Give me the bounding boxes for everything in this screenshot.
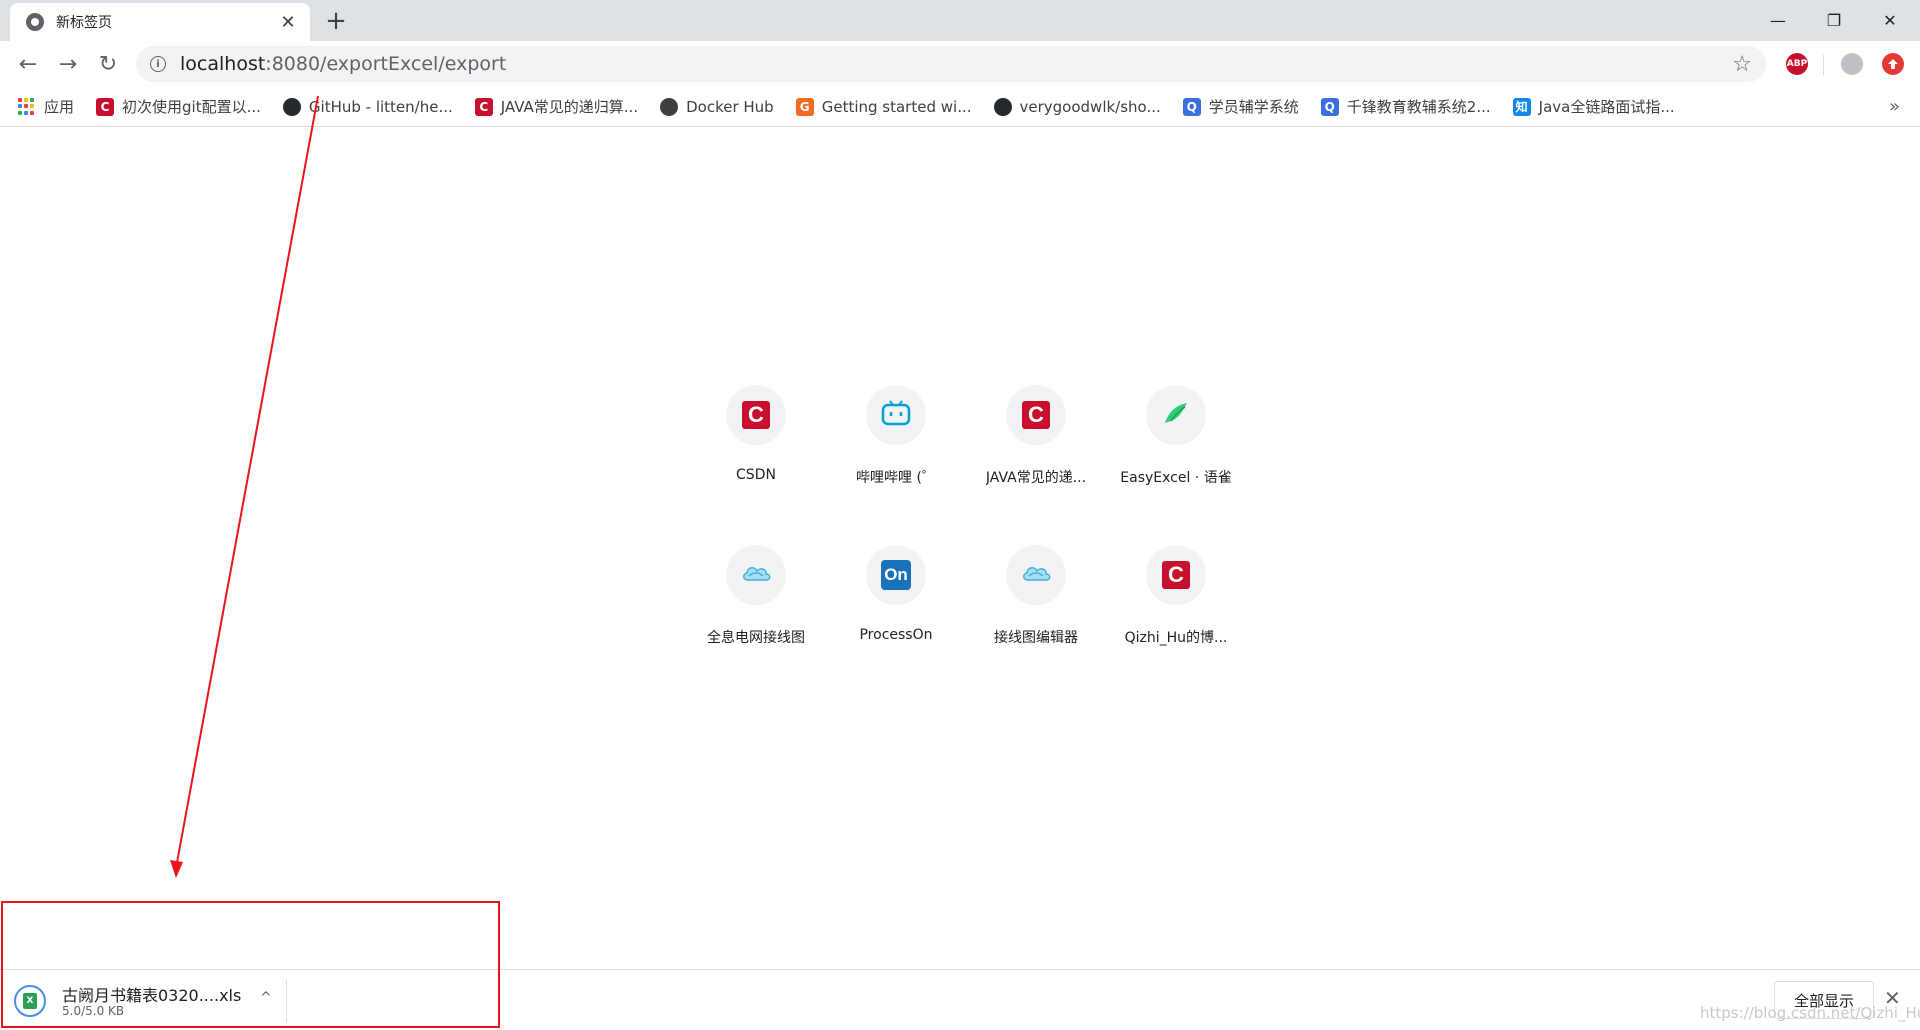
tab-strip: 新标签页 ✕ + — ❐ ✕ <box>0 0 1920 41</box>
github-icon <box>993 97 1012 116</box>
csdn-icon: C <box>1162 561 1190 589</box>
shortcut-label: EasyExcel · 语雀 <box>1120 470 1232 486</box>
bookmark-item[interactable]: verygoodwlk/sho... <box>993 97 1161 116</box>
watermark: https://blog.csdn.net/Qizhi_Hu <box>1700 1004 1920 1022</box>
shortcut-label: Qizhi_Hu的博... <box>1124 630 1228 646</box>
url-text[interactable]: localhost:8080/exportExcel/export <box>180 53 506 75</box>
url-host: localhost <box>180 53 266 75</box>
shortcut-icon-circle <box>1146 385 1206 445</box>
bookmark-item[interactable]: G Getting started wi... <box>795 97 972 116</box>
bookmark-label: Docker Hub <box>686 97 774 116</box>
url-path: :8080/exportExcel/export <box>265 53 507 75</box>
tab-close-icon[interactable]: ✕ <box>278 12 298 33</box>
github-icon <box>282 97 301 116</box>
shortcut-icon-circle <box>1006 545 1066 605</box>
shortcut-label: 哔哩哔哩 (゜ <box>856 470 936 486</box>
toolbar-divider <box>1823 55 1824 75</box>
site-info-icon[interactable]: i <box>150 56 166 72</box>
csdn-icon: C <box>1022 401 1050 429</box>
shortcut-tile[interactable]: 哔哩哔哩 (゜ <box>826 367 966 507</box>
shortcut-tile[interactable]: 全息电网接线图 <box>686 527 826 667</box>
csdn-icon: C <box>742 401 770 429</box>
bookmark-star-icon[interactable]: ☆ <box>1732 52 1752 77</box>
bookmark-item[interactable]: C JAVA常见的递归算... <box>474 96 639 117</box>
new-tab-button[interactable]: + <box>322 8 350 36</box>
chrome-icon <box>26 13 44 31</box>
shortcut-label: JAVA常见的递... <box>985 470 1087 486</box>
csdn-icon: C <box>96 97 115 116</box>
bookmark-item[interactable]: C 初次使用git配置以... <box>96 96 261 117</box>
processon-icon: On <box>881 560 911 590</box>
profile-avatar-icon[interactable] <box>1841 53 1863 75</box>
cloud-icon <box>740 562 772 588</box>
shortcut-label: 接线图编辑器 <box>994 630 1078 646</box>
bookmarks-bar: 应用 C 初次使用git配置以... GitHub - litten/he... C JA… <box>0 87 1920 127</box>
csdn-icon: C <box>474 97 493 116</box>
annotation-box <box>1 901 500 1028</box>
bookmark-label: Java全链路面试指... <box>1538 98 1675 116</box>
zhihu-icon: 知 <box>1512 97 1531 116</box>
tab-new-tab[interactable]: 新标签页 ✕ <box>10 3 310 41</box>
update-icon[interactable] <box>1882 53 1904 75</box>
minimize-button[interactable]: — <box>1750 0 1806 41</box>
shortcut-tile[interactable]: EasyExcel · 语雀 <box>1106 367 1246 507</box>
window-close-button[interactable]: ✕ <box>1862 0 1918 41</box>
bookmark-item[interactable]: 应用 <box>18 96 74 117</box>
shortcut-icon-circle: C <box>726 385 786 445</box>
reload-button[interactable]: ↻ <box>92 48 124 80</box>
back-button[interactable]: ← <box>12 48 44 80</box>
bookmark-label: 应用 <box>44 98 75 116</box>
cloud-icon <box>1020 562 1052 588</box>
apps-icon <box>18 97 36 116</box>
shortcut-label: CSDN <box>736 467 776 483</box>
tab-title: 新标签页 <box>56 15 112 31</box>
bookmark-item[interactable]: Q 学员辅学系统 <box>1182 96 1299 117</box>
yuque-icon <box>1161 399 1191 431</box>
shortcut-icon-circle <box>866 385 926 445</box>
bookmark-label: JAVA常见的递归算... <box>500 98 639 116</box>
browser-window: 新标签页 ✕ + — ❐ ✕ ← → ↻ i localhost:8080/ex… <box>0 0 1920 1030</box>
shortcut-icon-circle: C <box>1006 385 1066 445</box>
bookmark-label: 初次使用git配置以... <box>122 98 261 116</box>
shortcut-icon-circle: On <box>866 545 926 605</box>
bookmark-item[interactable]: 知 Java全链路面试指... <box>1512 96 1675 117</box>
bookmarks-more-icon[interactable]: » <box>1889 96 1900 117</box>
adblock-plus-icon[interactable]: ABP <box>1786 53 1808 75</box>
shortcut-icon-circle <box>726 545 786 605</box>
toolbar: ← → ↻ i localhost:8080/exportExcel/expor… <box>0 41 1920 87</box>
shortcut-label: ProcessOn <box>859 627 933 643</box>
bookmark-label: GitHub - litten/he... <box>308 97 453 116</box>
shortcut-tile[interactable]: On ProcessOn <box>826 527 966 667</box>
shortcut-tile[interactable]: C JAVA常见的递... <box>966 367 1106 507</box>
shortcut-tile[interactable]: 接线图编辑器 <box>966 527 1106 667</box>
bookmark-label: Getting started wi... <box>821 97 972 116</box>
docker-icon <box>660 97 679 116</box>
bookmark-label: 学员辅学系统 <box>1208 98 1299 116</box>
address-bar[interactable]: i localhost:8080/exportExcel/export ☆ <box>136 46 1766 82</box>
forward-button[interactable]: → <box>52 48 84 80</box>
bilibili-icon <box>881 400 911 430</box>
bookmark-item[interactable]: Docker Hub <box>660 97 774 116</box>
bookmark-item[interactable]: Q 千锋教育教辅系统2... <box>1320 96 1491 117</box>
bookmark-item[interactable]: GitHub - litten/he... <box>282 97 453 116</box>
shortcut-tile[interactable]: C CSDN <box>686 367 826 507</box>
shortcut-icon-circle: C <box>1146 545 1206 605</box>
bookmark-label: 千锋教育教辅系统2... <box>1346 98 1491 116</box>
shortcut-label: 全息电网接线图 <box>707 630 805 646</box>
shortcut-tile[interactable]: C Qizhi_Hu的博... <box>1106 527 1246 667</box>
restore-button[interactable]: ❐ <box>1806 0 1862 41</box>
bookmark-label: verygoodwlk/sho... <box>1019 97 1161 116</box>
gradle-icon: G <box>795 97 814 116</box>
qf-icon: Q <box>1182 97 1201 116</box>
annotation-arrow <box>170 95 319 878</box>
qf-icon: Q <box>1320 97 1339 116</box>
